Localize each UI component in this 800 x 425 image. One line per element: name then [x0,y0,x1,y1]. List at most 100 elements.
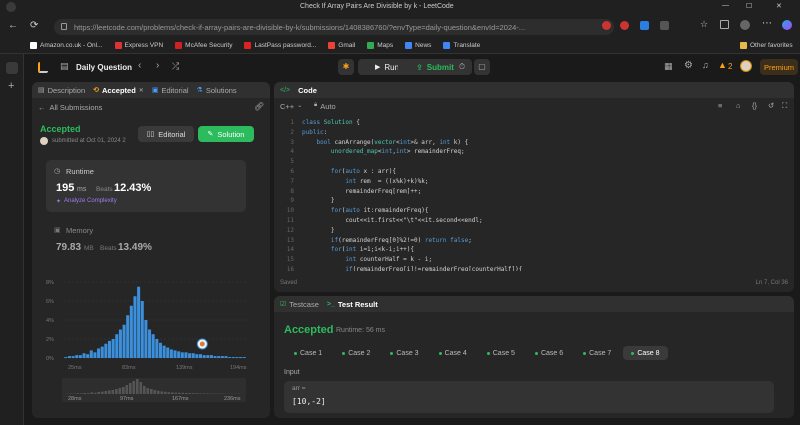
chart-bar[interactable] [180,352,184,358]
next-problem-icon[interactable]: › [156,60,159,71]
case-tab[interactable]: Case 5 [479,346,523,360]
chart-bar[interactable] [162,345,166,358]
chart-bar[interactable] [122,324,126,358]
profile-icon[interactable] [740,20,750,30]
format-icon[interactable]: ≡ [718,101,722,110]
favorites-icon[interactable]: ☆ [700,19,708,30]
chart-bar[interactable] [71,356,75,358]
chart-bar[interactable] [191,353,195,358]
tab-description[interactable]: ▤ Description [38,86,85,95]
chart-bar[interactable] [158,342,162,358]
analyze-complexity-link[interactable]: ✦ Analyze Complexity [56,198,117,205]
extension-icon[interactable] [602,21,611,30]
chart-bar[interactable] [206,355,210,358]
chart-bar[interactable] [104,343,108,358]
tab-accepted[interactable]: ⟲ Accepted ✕ [93,86,144,95]
problem-list-icon[interactable]: ▤ [60,61,69,72]
chart-bar[interactable] [137,286,141,358]
chart-bar[interactable] [151,334,155,358]
add-icon[interactable]: + [8,80,14,92]
chart-bar[interactable] [64,357,68,358]
close-icon[interactable]: ✕ [776,2,782,10]
braces-icon[interactable]: {} [752,101,757,110]
language-select[interactable]: C++ ⌄ [280,102,302,111]
chart-bar[interactable] [220,356,224,358]
chart-bar[interactable] [140,301,144,358]
notes-icon[interactable]: ▢ [474,59,490,75]
chart-bar[interactable] [169,349,173,358]
tab-test-result[interactable]: >_ Test Result [327,300,378,309]
chart-bar[interactable] [231,357,235,358]
chart-bar[interactable] [224,356,228,358]
share-icon[interactable]: 🔗︎ [254,102,264,111]
back-icon[interactable]: ← [8,20,18,31]
tab-testcase[interactable]: ☑ Testcase [280,300,319,309]
chart-bar[interactable] [118,329,122,359]
layout-icon[interactable]: ▦ [664,61,673,72]
runtime-distribution-chart[interactable]: 8% 6% 4% 2% 0% 25ms 83ms 139ms 194ms [46,278,256,374]
bookmark-item[interactable]: News [405,42,431,49]
bookmark-item[interactable]: Maps [367,42,393,49]
chart-bar[interactable] [188,353,192,358]
chart-bar[interactable] [82,353,86,358]
tab-editorial[interactable]: ▣ Editorial [152,86,189,95]
collections-icon[interactable] [720,20,729,29]
refresh-icon[interactable]: ⟳ [30,20,38,31]
close-tab-icon[interactable]: ✕ [139,87,144,94]
chart-bar[interactable] [78,355,82,358]
bookmark-item[interactable]: Express VPN [114,42,163,49]
case-tab[interactable]: Case 2 [334,346,378,360]
chart-bar[interactable] [111,339,115,358]
chart-bar[interactable] [107,340,112,358]
chart-bar[interactable] [202,355,206,358]
bookmark-item[interactable]: McAfee Security [175,42,232,49]
extension-icon[interactable] [660,21,669,30]
chart-bar[interactable] [86,354,90,358]
shuffle-icon[interactable]: ⤮ [172,61,179,72]
chart-bar[interactable] [195,354,199,358]
extension-icon[interactable] [640,21,649,30]
runtime-card[interactable]: ◷ Runtime 195 ms Beats 12.43% ✦ Analyze … [46,160,246,212]
leetcode-logo-icon[interactable] [38,62,48,73]
avatar[interactable] [740,60,752,72]
chart-bar[interactable] [133,296,137,358]
chart-bar[interactable] [166,347,170,358]
runtime-range-slider[interactable]: 28ms 97ms 167ms 236ms [62,378,246,402]
solution-button[interactable]: ✎ Solution [198,126,254,142]
timer-icon[interactable]: ⏱ [454,59,470,75]
bookmark-item[interactable]: Amazon.co.uk - Onl... [30,42,103,49]
case-tab[interactable]: Case 3 [382,346,426,360]
chart-bar[interactable] [67,356,71,358]
extension-icon[interactable] [620,21,629,30]
case-tab[interactable]: Case 8 [623,346,668,360]
chart-bar[interactable] [100,346,104,358]
chart-bar[interactable] [177,351,181,358]
chart-bar[interactable] [75,355,79,358]
settings-icon[interactable]: ⚙ [684,60,693,71]
chart-bar[interactable] [93,352,97,358]
url-input[interactable]: https://leetcode.com/problems/check-if-a… [54,19,614,35]
streak-fire-icon[interactable]: ▲ [718,60,727,70]
case-tab[interactable]: Case 7 [575,346,619,360]
chart-bar[interactable] [126,315,130,358]
chart-bar[interactable] [209,355,213,358]
case-tab[interactable]: Case 6 [527,346,571,360]
chart-bar[interactable] [235,357,239,358]
sidebar-icon[interactable] [6,62,18,74]
editorial-button[interactable]: ▯▯ Editorial [138,126,194,142]
notifications-icon[interactable]: ♫ [702,60,709,70]
chart-bar[interactable] [129,305,133,358]
bookmark-item[interactable]: Translate [443,42,480,49]
chart-bar[interactable] [184,352,188,358]
case-tab[interactable]: Case 1 [286,346,330,360]
fullscreen-icon[interactable]: ⛶ [782,101,787,111]
more-icon[interactable]: ⋯ [762,18,772,29]
chart-bar[interactable] [217,356,221,358]
chart-bar[interactable] [144,320,148,358]
chart-bar[interactable] [239,357,243,358]
chart-bar[interactable] [148,329,152,359]
chart-bar[interactable] [89,350,93,358]
bookmark-item[interactable]: LastPass password... [244,42,316,49]
chart-bar[interactable] [155,339,159,358]
debug-icon[interactable]: ✱ [338,59,354,75]
